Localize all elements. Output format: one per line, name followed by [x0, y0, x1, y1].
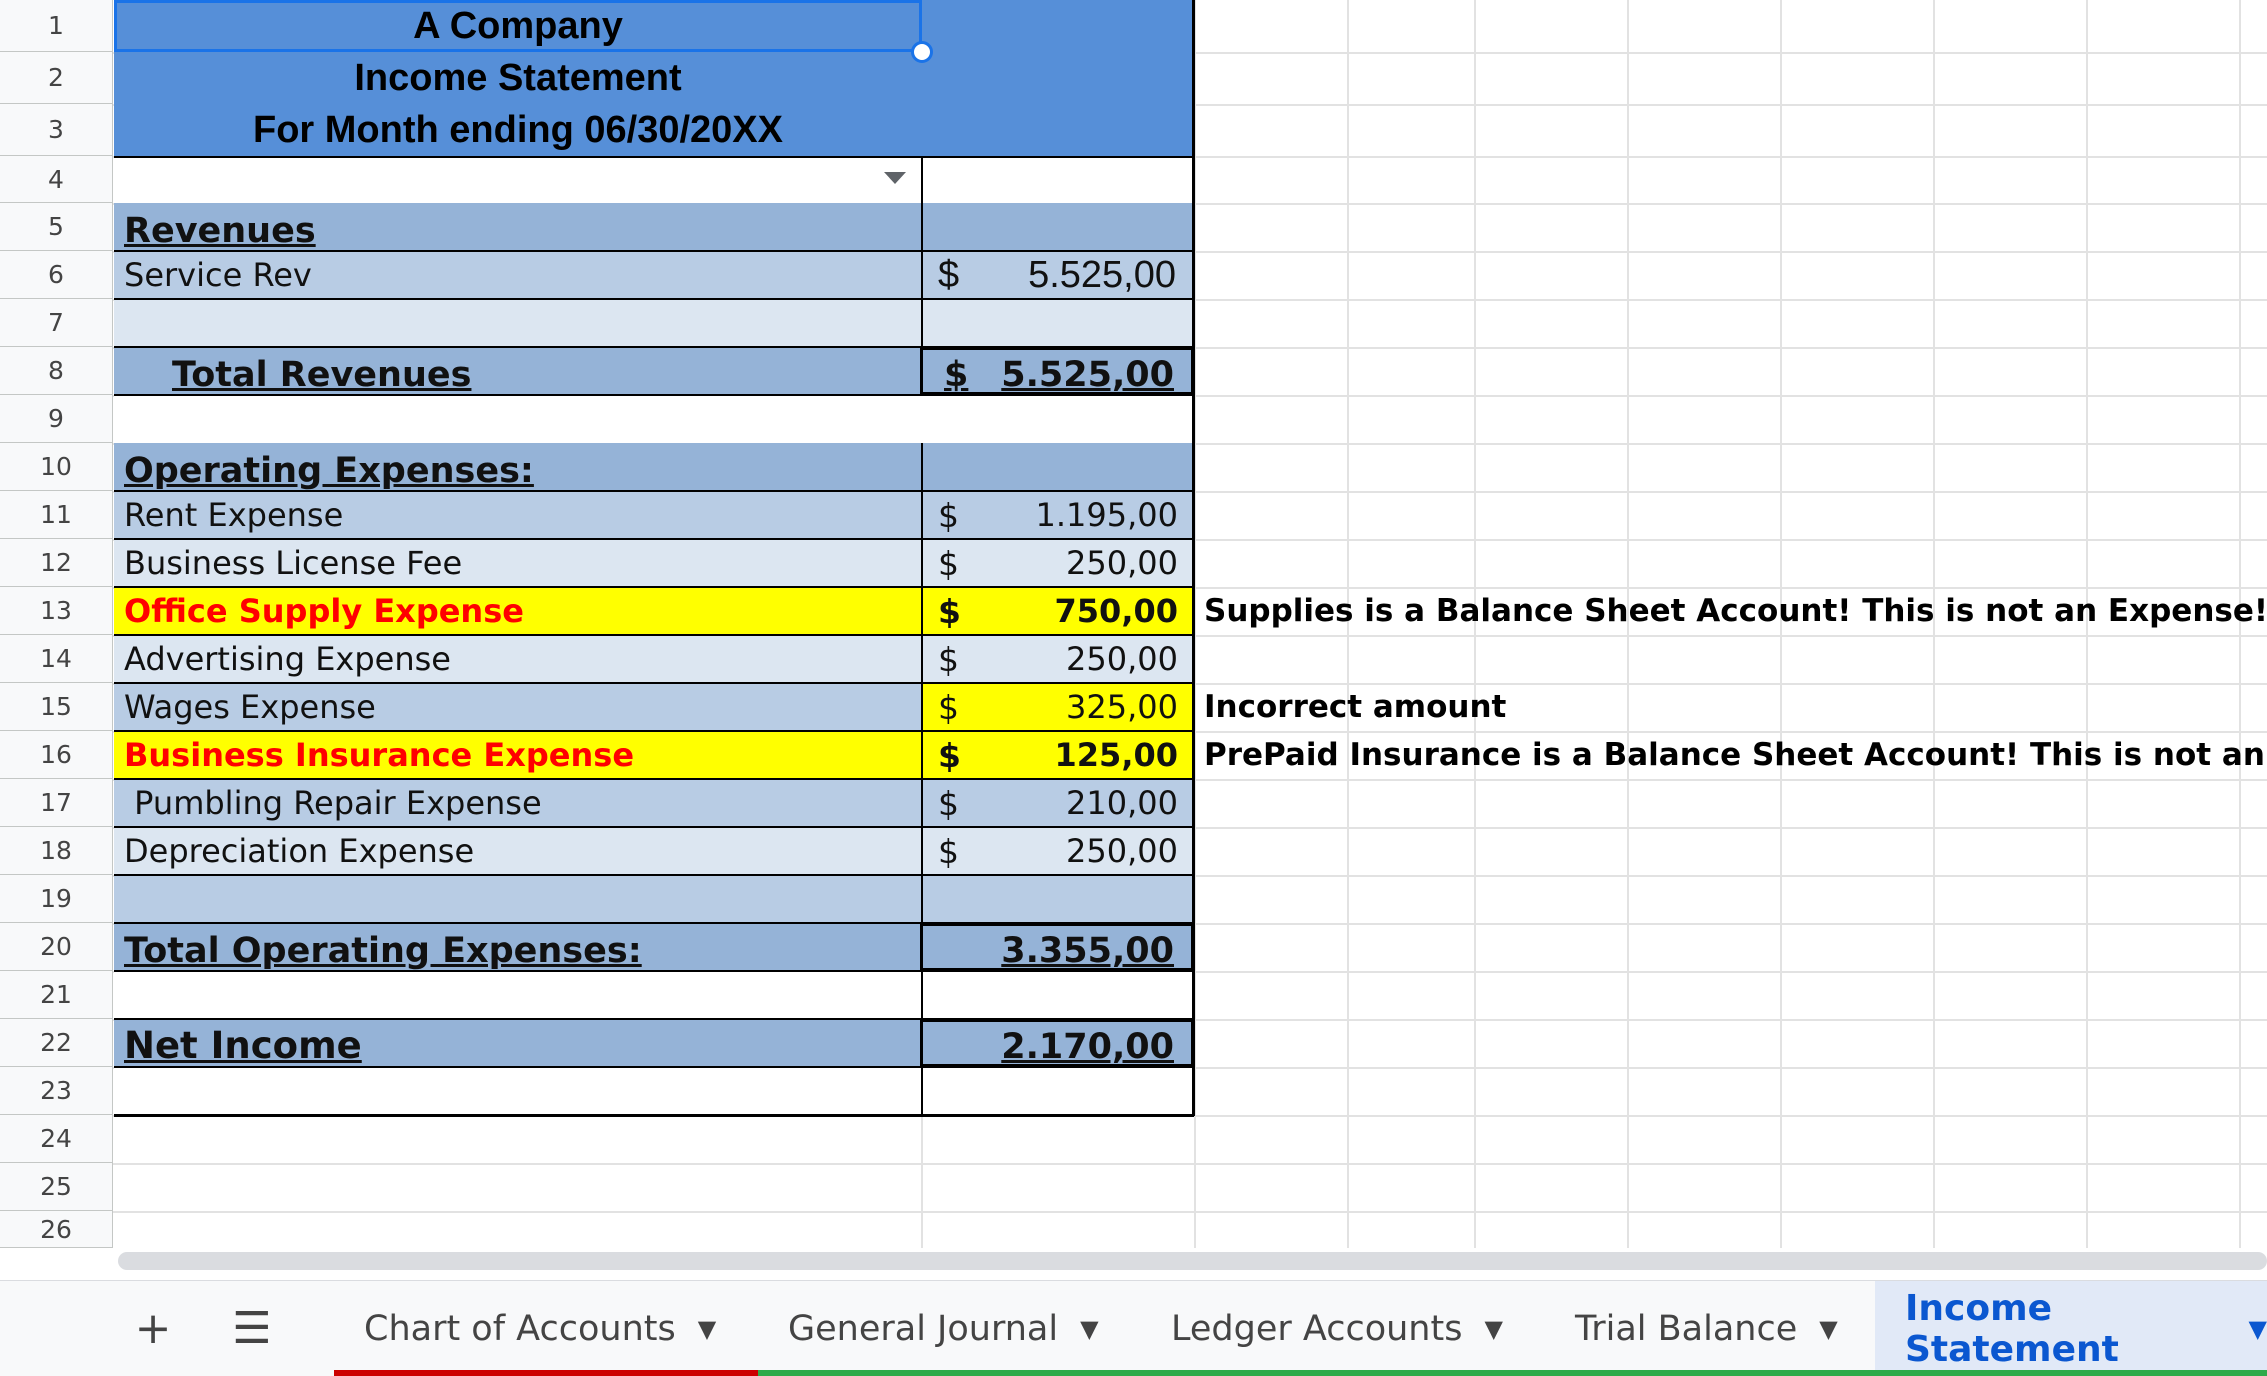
tab-color-bar: [758, 1370, 1141, 1376]
row-header[interactable]: 2: [0, 52, 113, 104]
chevron-down-icon[interactable]: ▼: [1484, 1315, 1502, 1343]
operating-expenses-heading[interactable]: Operating Expenses:: [114, 443, 922, 491]
row-header[interactable]: 26: [0, 1211, 113, 1248]
tab-label: Chart of Accounts: [364, 1309, 676, 1349]
blank-row: [114, 1067, 1194, 1115]
tab-label: General Journal: [788, 1309, 1058, 1349]
expense-amount-flagged[interactable]: 325,00: [922, 683, 1194, 731]
row-header[interactable]: 14: [0, 635, 113, 683]
row-header[interactable]: 24: [0, 1115, 113, 1163]
row-header[interactable]: 10: [0, 443, 113, 491]
chevron-down-icon[interactable]: ▼: [698, 1315, 716, 1343]
blank-row: [114, 395, 1194, 443]
border-gap: [921, 395, 923, 443]
expense-amount[interactable]: 1.195,00: [922, 491, 1194, 539]
row-header[interactable]: 3: [0, 104, 113, 156]
revenues-heading[interactable]: Revenues: [114, 203, 922, 251]
row-header[interactable]: 8: [0, 347, 113, 395]
row-header[interactable]: 19: [0, 875, 113, 923]
expense-label[interactable]: Depreciation Expense: [114, 827, 922, 875]
expense-label[interactable]: Pumbling Repair Expense: [114, 779, 922, 827]
row-header[interactable]: 17: [0, 779, 113, 827]
error-note[interactable]: Incorrect amount: [1194, 683, 2267, 731]
tab-ledger-accounts[interactable]: Ledger Accounts ▼: [1141, 1281, 1545, 1376]
expense-amount-flagged[interactable]: 125,00: [922, 731, 1194, 779]
border: [114, 1114, 1194, 1117]
row-header[interactable]: 7: [0, 299, 113, 347]
net-income-label[interactable]: Net Income: [114, 1019, 922, 1067]
tab-label: Income Statement: [1905, 1288, 2227, 1370]
expense-amount[interactable]: 250,00: [922, 827, 1194, 875]
expense-amount[interactable]: 210,00: [922, 779, 1194, 827]
row-header[interactable]: 20: [0, 923, 113, 971]
total-revenues-cell[interactable]: $ 5.525,00: [922, 347, 1194, 395]
service-rev-cell[interactable]: $ 5.525,00: [922, 251, 1194, 299]
tab-color-bar: [334, 1370, 758, 1376]
total-revenues-label[interactable]: Total Revenues: [114, 347, 922, 395]
chevron-down-icon[interactable]: ▼: [1080, 1315, 1098, 1343]
row-header[interactable]: 11: [0, 491, 113, 539]
statement-period[interactable]: For Month ending 06/30/20XX: [114, 104, 922, 156]
row-header[interactable]: 1: [0, 0, 113, 52]
row-header[interactable]: 23: [0, 1067, 113, 1115]
blank-row: [114, 971, 1194, 1019]
chevron-down-icon[interactable]: ▼: [2249, 1315, 2267, 1343]
total-expenses-amount[interactable]: 3.355,00: [922, 923, 1194, 971]
tab-chart-of-accounts[interactable]: Chart of Accounts ▼: [334, 1281, 758, 1376]
sheet-tab-bar: + ☰ Chart of Accounts ▼ General Journal …: [0, 1280, 2267, 1376]
tab-general-journal[interactable]: General Journal ▼: [758, 1281, 1141, 1376]
row-bg: [114, 875, 1194, 923]
tab-color-bar: [1545, 1370, 1875, 1376]
horizontal-scrollbar[interactable]: [118, 1252, 2267, 1270]
dollar-sign: $: [922, 254, 959, 297]
tab-color-bar: [1141, 1370, 1545, 1376]
row-header[interactable]: 5: [0, 203, 113, 251]
row-header[interactable]: 25: [0, 1163, 113, 1211]
expense-label[interactable]: Advertising Expense: [114, 635, 922, 683]
chevron-down-icon[interactable]: ▼: [1819, 1315, 1837, 1343]
tab-trial-balance[interactable]: Trial Balance ▼: [1545, 1281, 1875, 1376]
tab-income-statement[interactable]: Income Statement ▼: [1875, 1281, 2267, 1376]
tab-label: Trial Balance: [1575, 1309, 1797, 1349]
expense-label[interactable]: Business License Fee: [114, 539, 922, 587]
error-note[interactable]: PrePaid Insurance is a Balance Sheet Acc…: [1194, 731, 2267, 779]
service-rev-label[interactable]: Service Rev: [114, 251, 922, 299]
all-sheets-menu-icon[interactable]: ☰: [224, 1281, 280, 1376]
add-sheet-button[interactable]: +: [125, 1281, 181, 1376]
tab-color-bar: [1875, 1370, 2267, 1376]
error-note[interactable]: Supplies is a Balance Sheet Account! Thi…: [1194, 587, 2267, 635]
row-header[interactable]: 18: [0, 827, 113, 875]
expense-label[interactable]: Wages Expense: [114, 683, 922, 731]
row-header[interactable]: 22: [0, 1019, 113, 1067]
row-header[interactable]: 9: [0, 395, 113, 443]
expense-amount[interactable]: 250,00: [922, 635, 1194, 683]
expense-amount[interactable]: 250,00: [922, 539, 1194, 587]
border: [114, 156, 1194, 158]
expense-label-flagged[interactable]: Office Supply Expense: [114, 587, 922, 635]
row-header[interactable]: 4: [0, 156, 113, 203]
row-header[interactable]: 16: [0, 731, 113, 779]
row-header[interactable]: 6: [0, 251, 113, 299]
blank-row: [114, 156, 1194, 203]
expense-label[interactable]: Rent Expense: [114, 491, 922, 539]
company-name[interactable]: A Company: [114, 0, 922, 52]
row-header[interactable]: 12: [0, 539, 113, 587]
row-header[interactable]: 13: [0, 587, 113, 635]
statement-title[interactable]: Income Statement: [114, 52, 922, 104]
expense-amount-flagged[interactable]: 750,00: [922, 587, 1194, 635]
tab-label: Ledger Accounts: [1171, 1309, 1462, 1349]
grid-line: [921, 1115, 923, 1248]
row-header[interactable]: 15: [0, 683, 113, 731]
expense-label-flagged[interactable]: Business Insurance Expense: [114, 731, 922, 779]
net-income-amount[interactable]: 2.170,00: [922, 1019, 1194, 1067]
dollar-sign: $: [922, 355, 968, 395]
row-header[interactable]: 21: [0, 971, 113, 1019]
service-rev-amount: 5.525,00: [959, 254, 1194, 297]
total-expenses-label[interactable]: Total Operating Expenses:: [114, 923, 922, 971]
dropdown-arrow-icon[interactable]: [884, 172, 906, 184]
row-bg: [114, 299, 1194, 347]
total-revenues-amount: 5.525,00: [968, 355, 1194, 395]
spreadsheet-grid[interactable]: 1 2 3 4 5 6 7 8 9 10 11 12 13 14 15 16 1…: [0, 0, 2267, 1248]
